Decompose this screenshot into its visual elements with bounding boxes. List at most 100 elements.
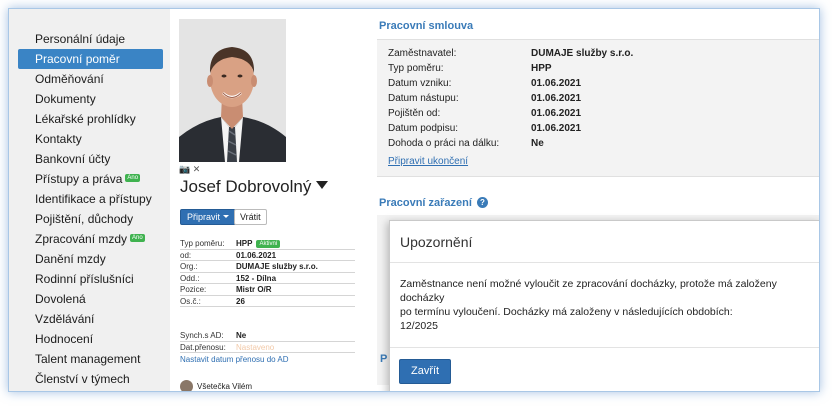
caret-down-icon[interactable] (316, 181, 329, 189)
contract-row: Dohoda o práci na dálku: Ne (377, 136, 819, 151)
contract-row: Datum podpisu: 01.06.2021 (377, 121, 819, 136)
photo-actions[interactable]: 📷 ✕ (179, 164, 200, 175)
sidebar-item-label: Přístupy a práva (35, 172, 123, 186)
contract-row: Datum vzniku: 01.06.2021 (377, 76, 819, 91)
sidebar-item-label: Hodnocení (35, 332, 94, 346)
dialog-message: Zaměstnance není možné vyloučit ze zprac… (390, 263, 819, 347)
contract-key: Zaměstnavatel: (388, 48, 457, 59)
set-ad-transfer-date-link[interactable]: Nastavit datum přenosu do AD (180, 355, 289, 364)
sidebar-item-teams[interactable]: Členství v týmech (18, 369, 163, 389)
info-value: 26 (236, 296, 245, 306)
sidebar-item-remuneration[interactable]: Odměňování (18, 69, 163, 89)
sidebar-item-insurance[interactable]: Pojištění, důchody (18, 209, 163, 229)
sidebar-item-label: Dokumenty (35, 92, 96, 106)
sidebar-item-taxation[interactable]: Danění mzdy (18, 249, 163, 269)
info-key: Pozice: (180, 285, 207, 294)
prepare-termination-link[interactable]: Připravit ukončení (388, 156, 468, 167)
info-value: 01.06.2021 (236, 250, 277, 260)
contract-row: Zaměstnavatel: DUMAJE služby s.r.o. (377, 46, 819, 61)
info-row: od: 01.06.2021 (180, 250, 355, 261)
sidebar-item-label: Pojištění, důchody (35, 212, 134, 226)
sidebar-item-label: Bankovní účty (35, 152, 111, 166)
contract-key: Datum podpisu: (388, 123, 459, 134)
dialog-footer: Zavřít (390, 347, 819, 391)
sidebar-item-evaluation[interactable]: Hodnocení (18, 329, 163, 349)
sidebar-item-identification[interactable]: Identifikace a přístupy (18, 189, 163, 209)
info-key: Synch.s AD: (180, 331, 224, 340)
contract-value: 01.06.2021 (531, 108, 582, 119)
colleague-name: Všetečka Vilém (197, 382, 252, 391)
prepare-dropdown-button[interactable]: Připravit (180, 209, 237, 225)
info-key: Typ poměru: (180, 239, 225, 248)
dialog-message-line: 12/2025 (400, 320, 438, 332)
dialog-title: Upozornění (390, 221, 819, 263)
sidebar-item-label: Personální údaje (35, 32, 126, 46)
sidebar-item-talent[interactable]: Talent management (18, 349, 163, 369)
info-value: Mistr O/R (236, 285, 272, 294)
dialog-message-line: Zaměstnance není možné vyloučit ze zprac… (400, 278, 777, 304)
contract-value: 01.06.2021 (531, 93, 582, 104)
info-value: Nastaveno (236, 342, 275, 352)
sidebar-item-label: Identifikace a přístupy (35, 192, 152, 206)
warning-dialog: Upozornění Zaměstnance není možné vylouč… (389, 220, 819, 391)
sidebar-item-documents[interactable]: Dokumenty (18, 89, 163, 109)
sidebar-item-payroll[interactable]: Zpracování mzdy Ano (18, 229, 163, 249)
sidebar-item-label: Vzdělávání (35, 312, 95, 326)
button-label: Připravit (187, 212, 221, 222)
person-name[interactable]: Josef Dobrovolný (180, 177, 329, 197)
sidebar-item-vacation[interactable]: Dovolená (18, 289, 163, 309)
status-badge: Ano (125, 174, 141, 182)
info-key: Org.: (180, 262, 198, 271)
info-row: Org.: DUMAJE služby s.r.o. (180, 261, 355, 273)
sidebar-item-label: Členství v týmech (35, 372, 130, 386)
info-value: Ne (236, 331, 247, 340)
close-button[interactable]: Zavřít (399, 359, 452, 384)
sidebar-nav: Personální údaje Pracovní poměr Odměňová… (9, 9, 170, 391)
contract-row: Datum nástupu: 01.06.2021 (377, 91, 819, 106)
sidebar-item-access-rights[interactable]: Přístupy a práva Ano (18, 169, 163, 189)
return-button[interactable]: Vrátit (234, 209, 267, 225)
contract-key: Pojištěn od: (388, 108, 441, 119)
contract-value: 01.06.2021 (531, 78, 582, 89)
section-title-contract: Pracovní smlouva (379, 20, 474, 32)
contract-row: Pojištěn od: 01.06.2021 (377, 106, 819, 121)
sidebar-item-family[interactable]: Rodinní příslušníci (18, 269, 163, 289)
contract-value: DUMAJE služby s.r.o. (531, 48, 634, 59)
person-name-text: Josef Dobrovolný (180, 177, 312, 196)
info-row: Dat.přenosu: Nastaveno (180, 342, 355, 353)
caret-down-icon (223, 215, 230, 218)
section-title-text: Pracovní zařazení (379, 197, 472, 209)
contract-value: Ne (531, 138, 544, 149)
dialog-message-line: po termínu vyloučení. Docházky má založe… (400, 306, 733, 318)
sidebar-item-bank-accounts[interactable]: Bankovní účty (18, 149, 163, 169)
sidebar-item-label: Danění mzdy (35, 252, 106, 266)
sidebar-item-medical[interactable]: Lékařské prohlídky (18, 109, 163, 129)
info-key: Odd.: (180, 273, 200, 283)
help-icon[interactable]: ? (477, 197, 488, 208)
sidebar-item-personal[interactable]: Personální údaje (18, 29, 163, 49)
sidebar-item-label: Pracovní poměr (35, 52, 120, 66)
contract-row: Typ poměru: HPP (377, 61, 819, 76)
sidebar-item-label: Talent management (35, 352, 141, 366)
info-key: od: (180, 250, 192, 260)
app-window: Personální údaje Pracovní poměr Odměňová… (8, 8, 820, 392)
info-key: Dat.přenosu: (180, 342, 226, 352)
sidebar-item-education[interactable]: Vzdělávání (18, 309, 163, 329)
contract-details: Zaměstnavatel: DUMAJE služby s.r.o. Typ p… (377, 39, 819, 177)
sidebar-item-label: Kontakty (35, 132, 82, 146)
employment-summary: Typ poměru: HPP Aktivní od: 01.06.2021 Org.… (180, 238, 355, 307)
sidebar-item-contacts[interactable]: Kontakty (18, 129, 163, 149)
sidebar-item-label: Zpracování mzdy (35, 232, 128, 246)
sidebar-item-label: Odměňování (35, 72, 104, 86)
profile-panel: 📷 ✕ Josef Dobrovolný Připravit Vrátit Ty… (179, 9, 359, 391)
camera-close-icon[interactable]: 📷 ✕ (179, 164, 200, 174)
contract-key: Datum nástupu: (388, 93, 459, 104)
sidebar-item-employment[interactable]: Pracovní poměr (18, 49, 163, 69)
info-row: Synch.s AD: Ne (180, 330, 355, 342)
info-row: Typ poměru: HPP Aktivní (180, 238, 355, 250)
contract-key: Dohoda o práci na dálku: (388, 138, 500, 149)
info-value: DUMAJE služby s.r.o. (236, 262, 318, 271)
contract-key: Typ poměru: (388, 63, 444, 74)
avatar (180, 380, 193, 391)
colleague-item[interactable]: Všetečka Vilém (180, 380, 252, 391)
